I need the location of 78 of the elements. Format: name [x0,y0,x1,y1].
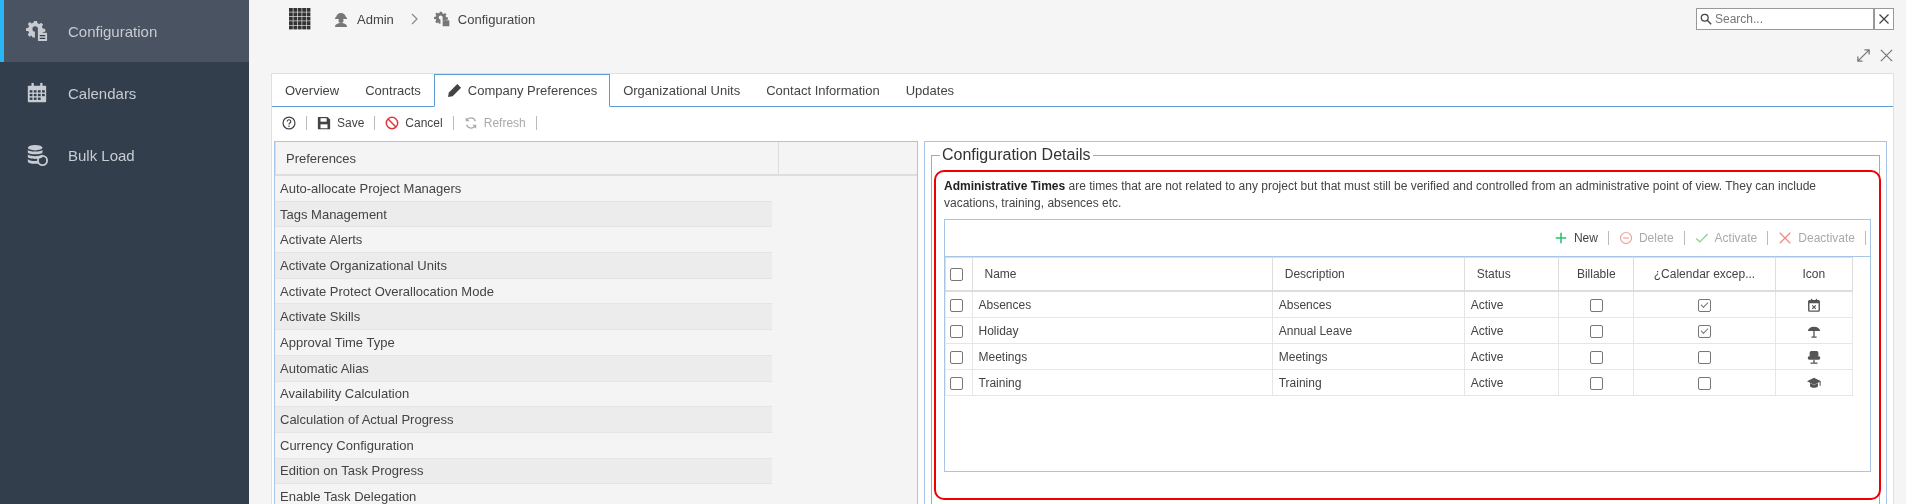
tab[interactable]: Organizational Units [610,74,754,107]
calendar-exception-checkbox[interactable] [1697,298,1711,312]
billable-checkbox[interactable] [1589,350,1603,364]
chevron-right-icon [409,13,418,25]
row-checkbox[interactable] [950,350,963,364]
cancel-button[interactable]: Cancel [383,114,445,132]
column-header[interactable]: Description [1272,257,1465,291]
table-cell: Active [1464,343,1559,370]
pencil-icon [446,83,462,98]
breadcrumb-link[interactable]: Configuration [433,11,536,27]
tab[interactable]: Contracts [352,74,434,107]
chair-icon [1806,349,1821,364]
table-cell: Active [1464,291,1559,318]
calendar-exception-checkbox[interactable] [1697,324,1711,338]
search-field[interactable]: Search... [1696,8,1874,30]
table-cell: Absences [972,291,1273,318]
table-cell: Training [1272,369,1465,396]
plus-icon [1553,231,1568,245]
graduation-cap-icon [1806,375,1821,390]
table-cell: Meetings [1272,343,1465,370]
table-cell: Meetings [972,343,1273,370]
preference-item[interactable]: Activate Organizational Units [275,253,772,279]
breadcrumb-link[interactable]: Admin [333,11,394,27]
calendar-icon [26,82,48,104]
search-icon [1700,13,1712,25]
expand-icon[interactable] [1856,48,1871,63]
table-cell: Active [1464,369,1559,396]
row-checkbox[interactable] [950,298,963,312]
gear-icon [26,20,48,42]
gear-icon [433,11,450,27]
column-header[interactable]: Icon [1775,257,1853,291]
description-text: Administrative Times are times that are not related to any project but that must still be verified and controlled from an administrative point of view. They can include vacations, training, absences etc. [944,178,1817,212]
column-header: Preferences [275,142,779,174]
clear-search-icon[interactable] [1874,8,1894,30]
app-grid-icon[interactable] [289,8,311,30]
preference-item[interactable]: Calculation of Actual Progress [275,407,772,433]
tab[interactable]: Updates [892,74,968,107]
help-icon [282,116,296,130]
table-cell: Absences [1272,291,1465,318]
row-checkbox[interactable] [950,324,963,338]
help-button[interactable] [280,114,298,132]
column-header[interactable]: Billable [1558,257,1634,291]
save-button[interactable]: Save [315,114,367,132]
sidebar-item[interactable]: Bulk Load [0,124,249,186]
tab[interactable]: Overview [272,74,353,107]
preference-item[interactable]: Edition on Task Progress [275,458,772,485]
minus-circle-icon [1618,231,1633,245]
close-icon[interactable] [1879,48,1894,63]
billable-checkbox[interactable] [1589,376,1603,390]
row-checkbox[interactable] [950,376,963,390]
sidebar-item[interactable]: Calendars [0,62,249,124]
tab[interactable]: Contact Information [753,74,893,107]
column-header[interactable]: Status [1464,257,1559,291]
billable-checkbox[interactable] [1589,324,1603,338]
column-header[interactable]: Name [972,257,1273,291]
billable-checkbox[interactable] [1589,298,1603,312]
preference-item[interactable]: Automatic Alias [275,355,772,382]
select-all-checkbox[interactable] [950,268,963,282]
refresh-icon [463,116,478,130]
cancel-icon [385,116,400,130]
sidebar-item[interactable]: Configuration [0,0,249,62]
calendar-exception-checkbox[interactable] [1697,350,1711,364]
new-button[interactable]: New [1551,229,1600,247]
table-cell: Annual Leave [1272,317,1465,344]
calendar-icon [1806,297,1821,312]
table-cell: Holiday [972,317,1273,344]
calendar-exception-checkbox[interactable] [1697,376,1711,390]
user-icon [333,11,349,27]
preference-item[interactable]: Activate Skills [275,304,772,331]
table-cell: Active [1464,317,1559,344]
close-icon [1778,231,1793,245]
table-cell: Training [972,369,1273,396]
check-icon [1694,231,1709,245]
section-title: Configuration Details [941,146,1092,164]
column-header[interactable]: ¿Calendar excep... [1633,257,1775,291]
preference-item[interactable]: Tags Management [275,201,772,228]
tab[interactable]: Company Preferences [433,74,611,107]
database-icon [26,144,48,166]
